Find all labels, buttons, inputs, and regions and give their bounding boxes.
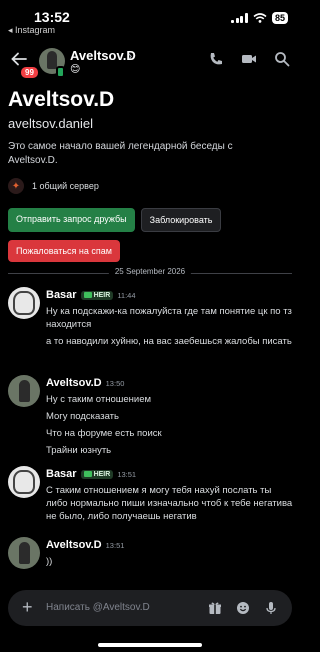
cellular-signal-icon xyxy=(231,13,248,23)
unread-badge: 99 xyxy=(19,65,40,80)
user-avatar[interactable] xyxy=(8,287,40,319)
conversation-intro: Aveltsov.D aveltsov.daniel Это самое нач… xyxy=(8,88,293,262)
message-text: Могу подсказать xyxy=(46,411,119,422)
user-avatar[interactable] xyxy=(8,537,40,569)
header-actions xyxy=(208,51,290,67)
message-author[interactable]: Basar xyxy=(46,468,77,480)
chat-header: 99 Aveltsov.D › 😊 xyxy=(0,38,300,82)
leaf-icon xyxy=(83,292,92,298)
message-timestamp: 13:51 xyxy=(117,469,137,479)
message-text: а то наводили хуйню, на вас заебешься жа… xyxy=(46,336,292,347)
message-text: Ну ка подскажи-ка пожалуйста где там пон… xyxy=(46,306,292,330)
message-text: Трайни юзнуть xyxy=(46,445,112,456)
wifi-icon xyxy=(253,13,267,23)
user-avatar[interactable] xyxy=(8,375,40,407)
leaf-icon xyxy=(83,471,92,477)
intro-text: Это самое начало вашей легендарной бесед… xyxy=(8,141,233,166)
profile-display-name: Aveltsov.D xyxy=(8,88,115,111)
clock: 13:52 xyxy=(34,9,70,25)
server-tag[interactable]: HEIR xyxy=(80,290,114,300)
microphone-icon[interactable] xyxy=(264,601,278,615)
mutual-servers-label: 1 общий сервер xyxy=(32,181,99,191)
message-text: С таким отношением я могу тебя нахуй пос… xyxy=(46,485,293,522)
mutual-servers[interactable]: ✦ 1 общий сервер xyxy=(8,178,293,194)
message-author[interactable]: Aveltsov.D xyxy=(46,377,102,389)
send-friend-request-button[interactable]: Отправить запрос дружбы xyxy=(8,208,135,232)
message-timestamp: 13:50 xyxy=(105,378,125,388)
custom-status-emoji: 😊 xyxy=(70,64,81,75)
profile-username: aveltsov.daniel xyxy=(8,116,94,131)
phone-call-icon[interactable] xyxy=(208,51,224,67)
message-author[interactable]: Aveltsov.D xyxy=(46,539,102,551)
message-text: Что на форуме есть поиск xyxy=(46,428,162,439)
report-spam-button[interactable]: Пожаловаться на спам xyxy=(8,240,120,262)
server-tag[interactable]: HEIR xyxy=(80,469,114,479)
message-timestamp: 11:44 xyxy=(117,290,136,300)
video-call-icon[interactable] xyxy=(241,51,257,67)
plus-icon[interactable]: + xyxy=(22,597,33,618)
gift-icon[interactable] xyxy=(208,601,222,615)
message-input-bar[interactable]: + Написать @Aveltsov.D xyxy=(8,590,292,626)
block-button[interactable]: Заблокировать xyxy=(140,208,222,232)
mobile-status-icon xyxy=(56,66,65,78)
battery-icon: 85 xyxy=(271,12,288,24)
message-text: )) xyxy=(46,556,53,567)
home-indicator[interactable] xyxy=(98,643,202,647)
message-input[interactable]: Написать @Aveltsov.D xyxy=(46,602,150,613)
user-avatar[interactable] xyxy=(8,466,40,498)
chevron-right-icon[interactable]: › xyxy=(128,48,132,63)
header-username[interactable]: Aveltsov.D xyxy=(70,48,136,63)
emoji-icon[interactable] xyxy=(236,601,250,615)
status-bar: 13:52 ◂ Instagram 85 xyxy=(0,0,300,38)
status-icons: 85 xyxy=(231,12,288,24)
message-text: Ну с таким отношением xyxy=(46,394,152,405)
message-author[interactable]: Basar xyxy=(46,289,77,301)
server-icon: ✦ xyxy=(8,178,24,194)
back-to-app-link[interactable]: ◂ Instagram xyxy=(8,25,55,36)
search-icon[interactable] xyxy=(274,51,290,67)
message-timestamp: 13:51 xyxy=(105,540,125,550)
date-divider: 25 September 2026 xyxy=(8,267,292,279)
date-divider-label: 25 September 2026 xyxy=(108,267,192,276)
